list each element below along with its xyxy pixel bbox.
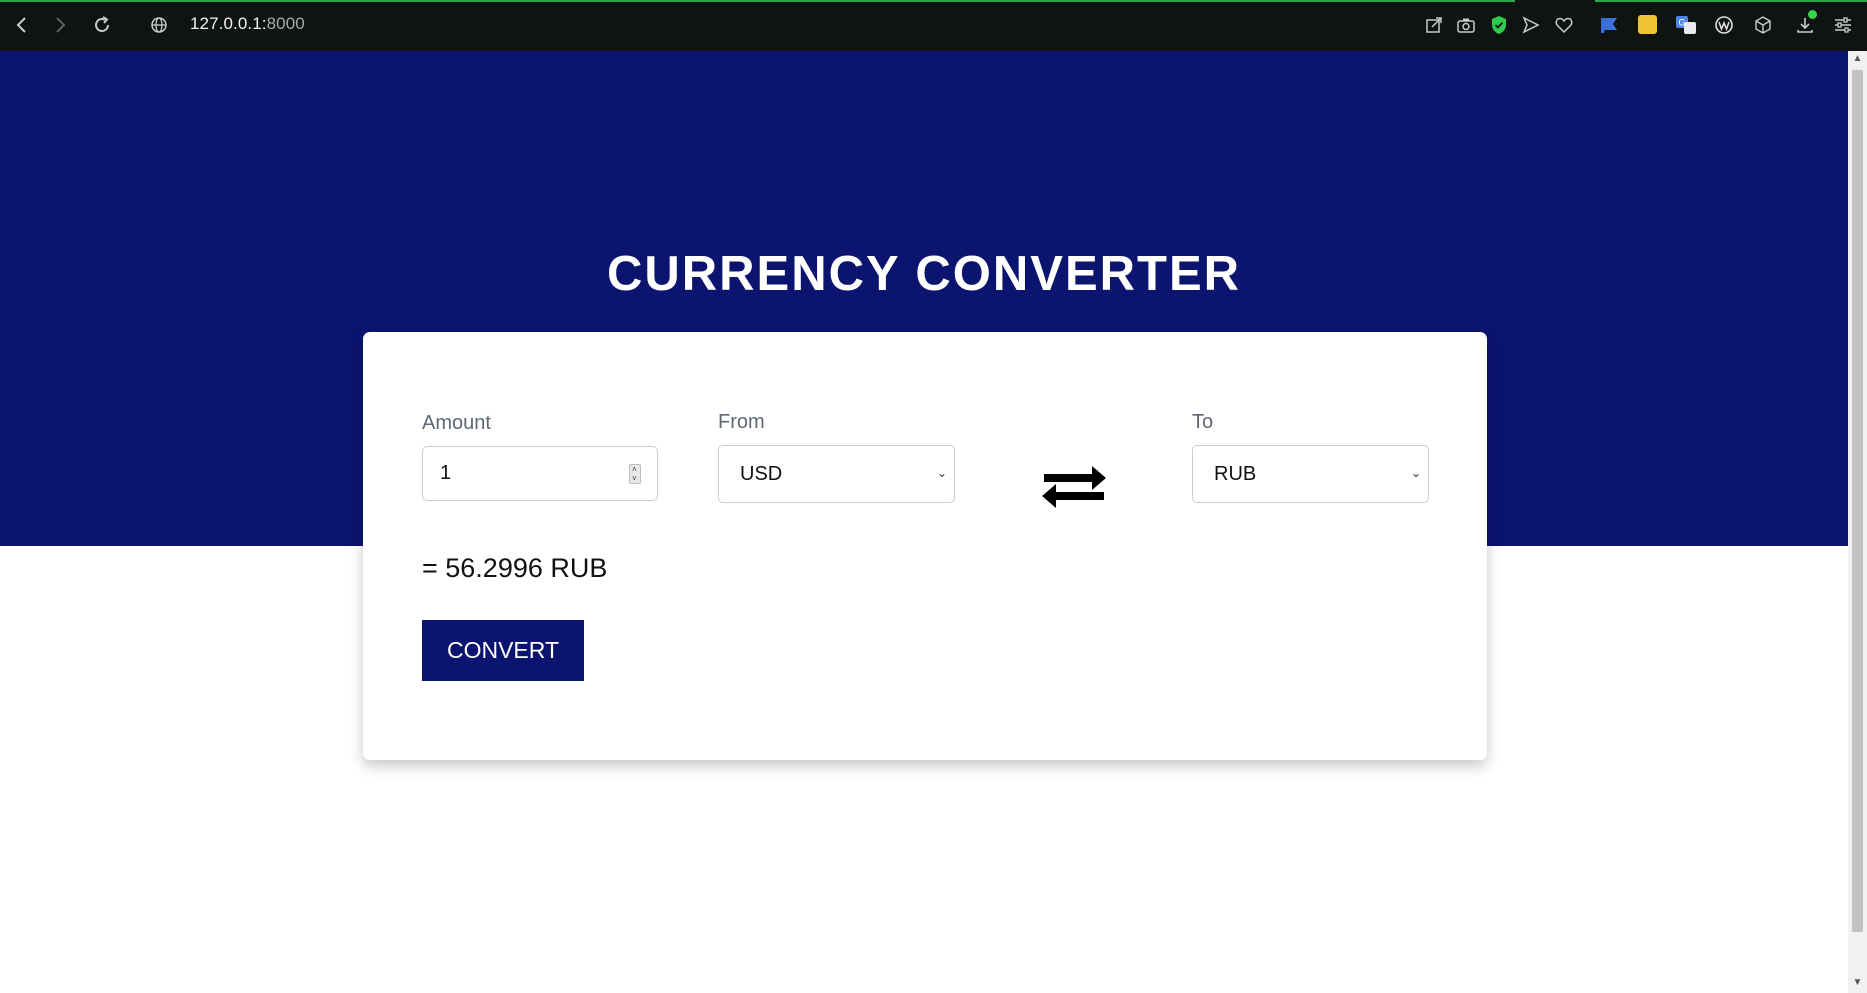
site-info-icon[interactable] <box>146 12 172 38</box>
amount-stepper[interactable]: ˄ ˅ <box>629 464 641 484</box>
amount-label: Amount <box>422 412 491 434</box>
translate-extension-icon[interactable]: G <box>1673 12 1699 38</box>
share-icon[interactable] <box>1421 12 1447 38</box>
chevron-down-icon: ⌄ <box>936 466 947 480</box>
from-currency-value: USD <box>740 463 783 485</box>
forward-icon[interactable] <box>47 12 73 38</box>
from-currency-select[interactable]: USD ⌄ <box>718 445 955 503</box>
page-load-progress-tail <box>1595 0 1867 2</box>
amount-input[interactable]: 1 ˄ ˅ <box>422 446 658 501</box>
swap-arrows-icon[interactable] <box>1040 460 1108 512</box>
flag-extension-icon[interactable] <box>1596 12 1622 38</box>
reload-icon[interactable] <box>89 12 115 38</box>
box-extension-icon[interactable] <box>1750 12 1776 38</box>
page-load-progress <box>0 0 1515 2</box>
url-host: 127.0.0.1: <box>190 14 267 33</box>
amount-value: 1 <box>440 462 452 484</box>
w-extension-icon[interactable] <box>1711 12 1737 38</box>
url-port: 8000 <box>266 14 305 33</box>
back-icon[interactable] <box>9 12 35 38</box>
settings-icon[interactable] <box>1830 12 1856 38</box>
from-label: From <box>718 411 765 433</box>
converter-card: Amount 1 ˄ ˅ From USD ⌄ To RUB ⌄ = 56.29… <box>363 332 1487 760</box>
convert-button[interactable]: CONVERT <box>422 620 584 681</box>
conversion-result: = 56.2996 RUB <box>422 553 608 583</box>
scroll-up-arrow-icon[interactable]: ▲ <box>1851 52 1864 66</box>
chevron-down-icon: ⌄ <box>1410 466 1421 480</box>
notes-extension-icon[interactable] <box>1638 15 1657 34</box>
scrollbar-thumb[interactable] <box>1852 70 1863 932</box>
heart-icon[interactable] <box>1551 12 1577 38</box>
address-bar[interactable]: 127.0.0.1:8000 <box>190 14 305 34</box>
to-currency-select[interactable]: RUB ⌄ <box>1192 445 1429 503</box>
to-label: To <box>1192 411 1214 433</box>
page-title: CURRENCY CONVERTER <box>606 247 1242 301</box>
scroll-down-arrow-icon[interactable]: ▼ <box>1851 976 1864 990</box>
to-currency-value: RUB <box>1214 463 1257 485</box>
browser-toolbar: 127.0.0.1:8000 G <box>0 0 1867 51</box>
svg-text:G: G <box>1679 18 1686 28</box>
download-status-dot <box>1808 10 1817 19</box>
shield-icon[interactable] <box>1486 12 1512 38</box>
send-icon[interactable] <box>1518 12 1544 38</box>
camera-icon[interactable] <box>1453 12 1479 38</box>
